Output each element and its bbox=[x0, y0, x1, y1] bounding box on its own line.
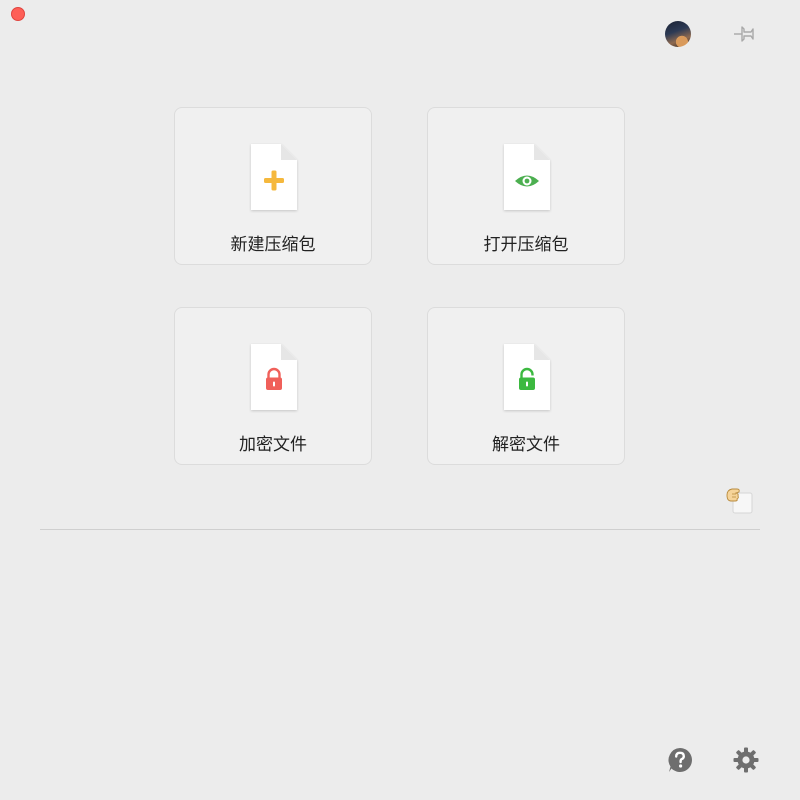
eye-icon bbox=[500, 142, 554, 214]
hand-icon[interactable] bbox=[724, 485, 754, 515]
open-archive-button[interactable]: 打开压缩包 bbox=[427, 107, 625, 265]
app-window: 新建压缩包 打开压缩包 加密文件 解密文件 bbox=[0, 0, 800, 800]
encrypt-file-label: 加密文件 bbox=[239, 435, 307, 455]
lock-closed-icon bbox=[247, 342, 301, 414]
gear-icon[interactable] bbox=[732, 746, 760, 774]
divider bbox=[40, 529, 760, 530]
plus-icon bbox=[247, 142, 301, 214]
new-archive-label: 新建压缩包 bbox=[230, 235, 316, 255]
lock-open-icon bbox=[500, 342, 554, 414]
new-archive-button[interactable]: 新建压缩包 bbox=[174, 107, 372, 265]
help-icon[interactable] bbox=[666, 746, 694, 774]
close-window-button[interactable] bbox=[11, 7, 25, 21]
decrypt-file-label: 解密文件 bbox=[492, 435, 560, 455]
decrypt-file-button[interactable]: 解密文件 bbox=[427, 307, 625, 465]
pin-icon[interactable] bbox=[731, 22, 759, 46]
open-archive-label: 打开压缩包 bbox=[483, 235, 569, 255]
avatar[interactable] bbox=[665, 21, 691, 47]
encrypt-file-button[interactable]: 加密文件 bbox=[174, 307, 372, 465]
